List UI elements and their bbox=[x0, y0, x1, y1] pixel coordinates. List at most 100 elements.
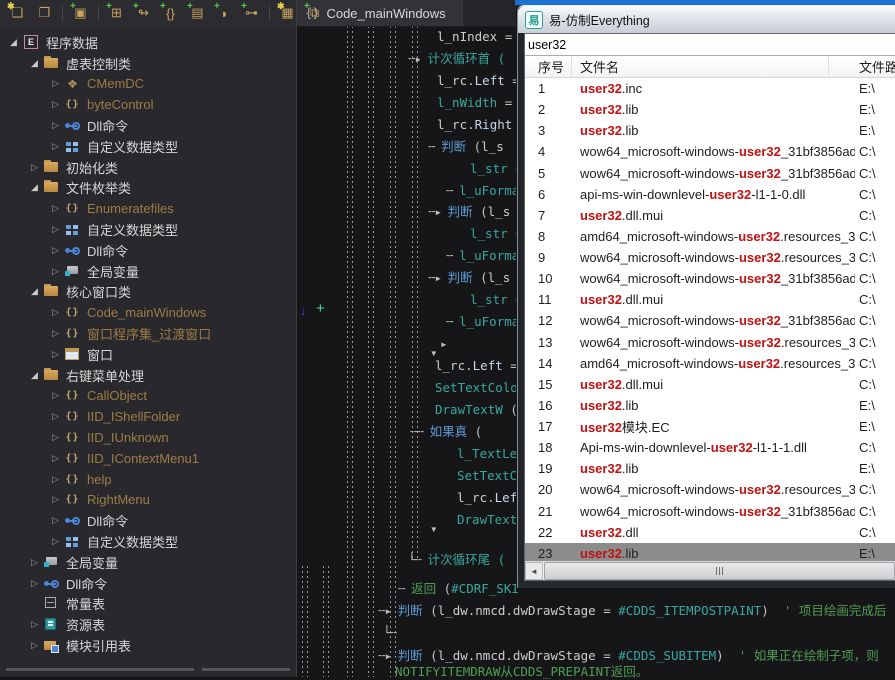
column-header-filename[interactable]: 文件名 bbox=[572, 56, 829, 77]
tree-item-全局变量[interactable]: ▷全局变量 bbox=[0, 261, 295, 282]
result-row-8[interactable]: 8amd64_microsoft-windows-user32.resource… bbox=[525, 226, 895, 247]
tree-item-文件枚举类[interactable]: ◢文件枚举类 bbox=[0, 178, 295, 199]
project-windows-button[interactable]: ❐ bbox=[33, 3, 56, 23]
results-list[interactable]: 1user32.incE:\2user32.libE:\3user32.libE… bbox=[525, 78, 895, 561]
tree-item-虚表控制类[interactable]: ◢虚表控制类 bbox=[0, 53, 295, 74]
collapsed-arrow-icon[interactable]: ▷ bbox=[27, 619, 42, 630]
collapsed-arrow-icon[interactable]: ▷ bbox=[48, 453, 63, 464]
add-code-button[interactable]: {}+ bbox=[159, 3, 182, 23]
add-resource-button[interactable]: ⧉+ bbox=[303, 3, 326, 23]
collapsed-arrow-icon[interactable]: ▷ bbox=[27, 162, 42, 173]
add-bookmark-icon[interactable]: + bbox=[316, 300, 325, 317]
add-window-button[interactable]: ⊞+ bbox=[105, 3, 128, 23]
collapsed-arrow-icon[interactable]: ▷ bbox=[48, 78, 63, 89]
collapsed-arrow-icon[interactable]: ▷ bbox=[48, 349, 63, 360]
expanded-arrow-icon[interactable]: ◢ bbox=[27, 370, 42, 381]
new-project-button[interactable]: ❏✱ bbox=[6, 3, 29, 23]
collapsed-arrow-icon[interactable]: ▷ bbox=[48, 515, 63, 526]
collapsed-arrow-icon[interactable]: ▷ bbox=[48, 536, 63, 547]
add-image-button[interactable]: ▦✱ bbox=[276, 3, 299, 23]
collapsed-arrow-icon[interactable]: ▷ bbox=[48, 99, 63, 110]
collapsed-arrow-icon[interactable]: ▷ bbox=[27, 640, 42, 651]
result-row-9[interactable]: 9wow64_microsoft-windows-user32.resource… bbox=[525, 247, 895, 268]
add-layout-button[interactable]: ▤+ bbox=[186, 3, 209, 23]
result-row-19[interactable]: 19user32.libE:\ bbox=[525, 458, 895, 479]
tree-item-核心窗口类[interactable]: ◢核心窗口类 bbox=[0, 282, 295, 303]
tree-item-资源表[interactable]: ▷资源表 bbox=[0, 614, 295, 635]
tree-item-常量表[interactable]: 常量表 bbox=[0, 594, 295, 615]
collapsed-arrow-icon[interactable]: ▷ bbox=[48, 432, 63, 443]
tree-item-自定义数据类型[interactable]: ▷自定义数据类型 bbox=[0, 136, 295, 157]
collapsed-arrow-icon[interactable]: ▷ bbox=[48, 120, 63, 131]
result-row-20[interactable]: 20wow64_microsoft-windows-user32.resourc… bbox=[525, 479, 895, 500]
tree-item-Dll命令[interactable]: ▷Dll命令 bbox=[0, 115, 295, 136]
collapsed-arrow-icon[interactable]: ▷ bbox=[48, 390, 63, 401]
collapsed-arrow-icon[interactable]: ▷ bbox=[48, 474, 63, 485]
jump-down-icon[interactable]: ↓ bbox=[300, 303, 307, 318]
tree-item-右键菜单处理[interactable]: ◢右键菜单处理 bbox=[0, 365, 295, 386]
collapsed-arrow-icon[interactable]: ▷ bbox=[48, 141, 63, 152]
result-row-13[interactable]: 13wow64_microsoft-windows-user32.resourc… bbox=[525, 332, 895, 353]
collapsed-arrow-icon[interactable]: ▷ bbox=[48, 203, 63, 214]
expanded-arrow-icon[interactable]: ◢ bbox=[6, 37, 21, 48]
result-row-21[interactable]: 21wow64_microsoft-windows-user32_31bf385… bbox=[525, 501, 895, 522]
result-row-23[interactable]: 23user32.libE:\ bbox=[525, 543, 895, 561]
result-row-22[interactable]: 22user32.dllC:\ bbox=[525, 522, 895, 543]
result-row-18[interactable]: 18Api-ms-win-downlevel-user32-l1-1-1.dll… bbox=[525, 437, 895, 458]
expanded-arrow-icon[interactable]: ◢ bbox=[27, 286, 42, 297]
tree-item-byteControl[interactable]: ▷{}byteControl bbox=[0, 94, 295, 115]
tree-item-模块引用表[interactable]: ▷模块引用表 bbox=[0, 635, 295, 656]
column-header-filepath[interactable]: 文件路径 bbox=[829, 56, 895, 77]
tree-item-IID_IUnknown[interactable]: ▷{}IID_IUnknown bbox=[0, 427, 295, 448]
result-row-7[interactable]: 7user32.dll.muiC:\ bbox=[525, 205, 895, 226]
tree-item-CMemDC[interactable]: ▷❖CMemDC bbox=[0, 74, 295, 95]
tree-item-窗口程序集_过渡窗口[interactable]: ▷{}窗口程序集_过渡窗口 bbox=[0, 323, 295, 344]
add-object-button[interactable]: ◗+ bbox=[213, 3, 236, 23]
tree-hscroll-thumb[interactable] bbox=[6, 668, 194, 671]
result-row-10[interactable]: 10wow64_microsoft-windows-user32_31bf385… bbox=[525, 268, 895, 289]
add-control-button[interactable]: ▣+ bbox=[69, 3, 92, 23]
collapsed-arrow-icon[interactable]: ▷ bbox=[48, 307, 63, 318]
tree-item-初始化类[interactable]: ▷初始化类 bbox=[0, 157, 295, 178]
expanded-arrow-icon[interactable]: ◢ bbox=[27, 58, 42, 69]
window-titlebar[interactable]: 易 易-仿制Everything bbox=[518, 6, 895, 33]
collapsed-arrow-icon[interactable]: ▷ bbox=[48, 411, 63, 422]
result-row-16[interactable]: 16user32.libE:\ bbox=[525, 395, 895, 416]
result-row-3[interactable]: 3user32.libE:\ bbox=[525, 120, 895, 141]
search-input[interactable] bbox=[525, 34, 895, 56]
tree-item-Dll命令[interactable]: ▷Dll命令 bbox=[0, 510, 295, 531]
project-tree[interactable]: ◢E程序数据◢虚表控制类▷❖CMemDC▷{}byteControl▷Dll命令… bbox=[0, 32, 295, 657]
result-row-12[interactable]: 12wow64_microsoft-windows-user32_31bf385… bbox=[525, 310, 895, 331]
collapsed-arrow-icon[interactable]: ▷ bbox=[48, 224, 63, 235]
tree-item-自定义数据类型[interactable]: ▷自定义数据类型 bbox=[0, 531, 295, 552]
tree-item-IID_IContextMenu1[interactable]: ▷{}IID_IContextMenu1 bbox=[0, 448, 295, 469]
add-flow-button[interactable]: ↬+ bbox=[132, 3, 155, 23]
result-row-2[interactable]: 2user32.libE:\ bbox=[525, 99, 895, 120]
collapsed-arrow-icon[interactable]: ▷ bbox=[48, 266, 63, 277]
result-row-14[interactable]: 14amd64_microsoft-windows-user32.resourc… bbox=[525, 353, 895, 374]
collapsed-arrow-icon[interactable]: ▷ bbox=[48, 328, 63, 339]
tree-item-程序数据[interactable]: ◢E程序数据 bbox=[0, 32, 295, 53]
tree-item-自定义数据类型[interactable]: ▷自定义数据类型 bbox=[0, 219, 295, 240]
scroll-left-button[interactable]: ◄ bbox=[525, 562, 543, 580]
result-row-5[interactable]: 5wow64_microsoft-windows-user32_31bf3856… bbox=[525, 163, 895, 184]
column-header-index[interactable]: 序号 bbox=[525, 56, 572, 77]
result-row-11[interactable]: 11user32.dll.muiC:\ bbox=[525, 289, 895, 310]
collapsed-arrow-icon[interactable]: ▷ bbox=[27, 578, 42, 589]
tree-item-CallObject[interactable]: ▷{}CallObject bbox=[0, 386, 295, 407]
tree-item-Code_mainWindows[interactable]: ▷{}Code_mainWindows bbox=[0, 302, 295, 323]
tree-item-help[interactable]: ▷{}help bbox=[0, 469, 295, 490]
result-row-4[interactable]: 4wow64_microsoft-windows-user32_31bf3856… bbox=[525, 141, 895, 162]
tree-hscroll-thumb2[interactable] bbox=[202, 668, 290, 671]
result-row-17[interactable]: 17user32模块.ECE:\ bbox=[525, 416, 895, 437]
collapsed-arrow-icon[interactable]: ▷ bbox=[27, 557, 42, 568]
scrollbar-thumb[interactable] bbox=[544, 562, 895, 580]
add-dll-command-button[interactable]: ⊶+ bbox=[240, 3, 263, 23]
horizontal-scrollbar[interactable]: ◄ bbox=[525, 561, 895, 580]
tree-item-窗口[interactable]: ▷窗口 bbox=[0, 344, 295, 365]
tree-item-Dll命令[interactable]: ▷Dll命令 bbox=[0, 240, 295, 261]
collapsed-arrow-icon[interactable]: ▷ bbox=[48, 494, 63, 505]
tree-item-全局变量[interactable]: ▷全局变量 bbox=[0, 552, 295, 573]
tree-item-RightMenu[interactable]: ▷{}RightMenu bbox=[0, 490, 295, 511]
result-row-6[interactable]: 6api-ms-win-downlevel-user32-l1-1-0.dllC… bbox=[525, 184, 895, 205]
